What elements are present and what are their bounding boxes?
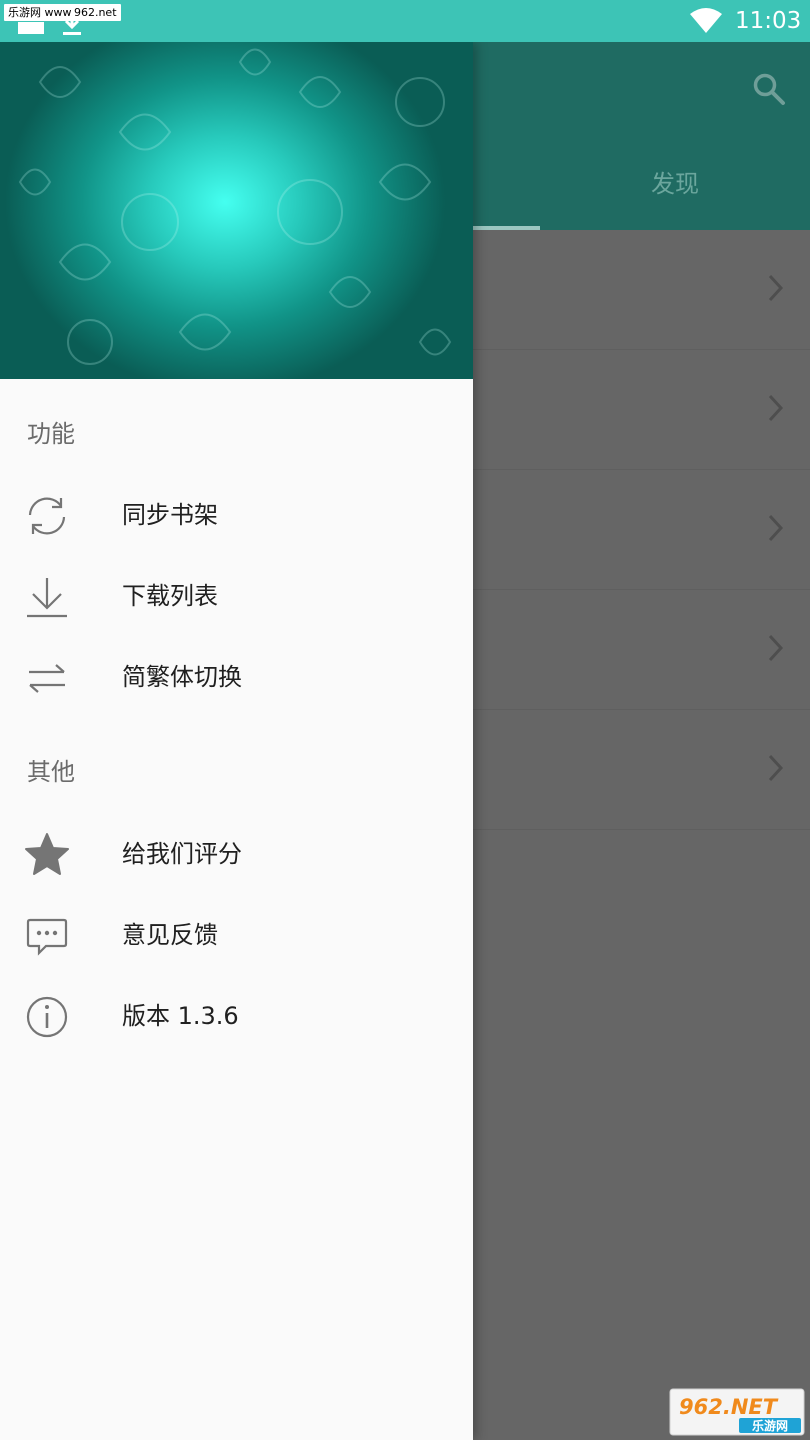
- menu-label: 下载列表: [122, 582, 218, 610]
- menu-label: 同步书架: [122, 501, 218, 529]
- menu-label: 版本 1.3.6: [122, 1002, 239, 1030]
- wifi-icon: [690, 8, 722, 33]
- menu-label: 简繁体切换: [122, 663, 242, 691]
- chevron-right-icon: [768, 394, 784, 422]
- menu-label: 意见反馈: [122, 921, 218, 949]
- chevron-right-icon: [768, 274, 784, 302]
- menu-label: 给我们评分: [122, 840, 242, 868]
- star-icon: [25, 833, 69, 875]
- notification-icon: [18, 22, 44, 34]
- menu-item-feedback[interactable]: 意见反馈: [0, 895, 473, 976]
- sync-icon: [28, 497, 66, 535]
- watermark-logo: 962.NET 乐游网: [669, 1388, 805, 1436]
- info-icon: [26, 996, 68, 1038]
- section-title-features: 功能: [27, 420, 75, 448]
- menu-item-download-list[interactable]: 下载列表: [0, 556, 473, 637]
- menu-item-simplified-traditional[interactable]: 简繁体切换: [0, 637, 473, 718]
- download-notification-icon: [63, 14, 81, 35]
- status-bar: 乐游网 www.962.net 11:03: [0, 0, 810, 42]
- watermark-logo-bottom: 乐游网: [752, 1418, 788, 1433]
- chevron-right-icon: [768, 754, 784, 782]
- leaf-pattern: [18, 48, 452, 365]
- drawer-header-image: [0, 42, 473, 379]
- swap-icon: [29, 664, 65, 693]
- chevron-right-icon: [768, 634, 784, 662]
- tab-discover[interactable]: 发现: [620, 164, 730, 199]
- section-title-other: 其他: [27, 758, 75, 786]
- menu-item-rate-us[interactable]: 给我们评分: [0, 814, 473, 895]
- menu-item-version[interactable]: 版本 1.3.6: [0, 976, 473, 1057]
- watermark-logo-top: 962.NET: [679, 1395, 779, 1419]
- menu-item-sync-bookshelf[interactable]: 同步书架: [0, 475, 473, 556]
- navigation-drawer: 功能 同步书架 下载列表 简繁体切换 其他 给我们评分 意见反馈 版本 1.3.…: [0, 42, 473, 1440]
- chevron-right-icon: [768, 514, 784, 542]
- download-icon: [27, 578, 67, 618]
- feedback-icon: [26, 918, 68, 956]
- search-icon[interactable]: [752, 72, 786, 106]
- status-time: 11:03: [735, 8, 802, 34]
